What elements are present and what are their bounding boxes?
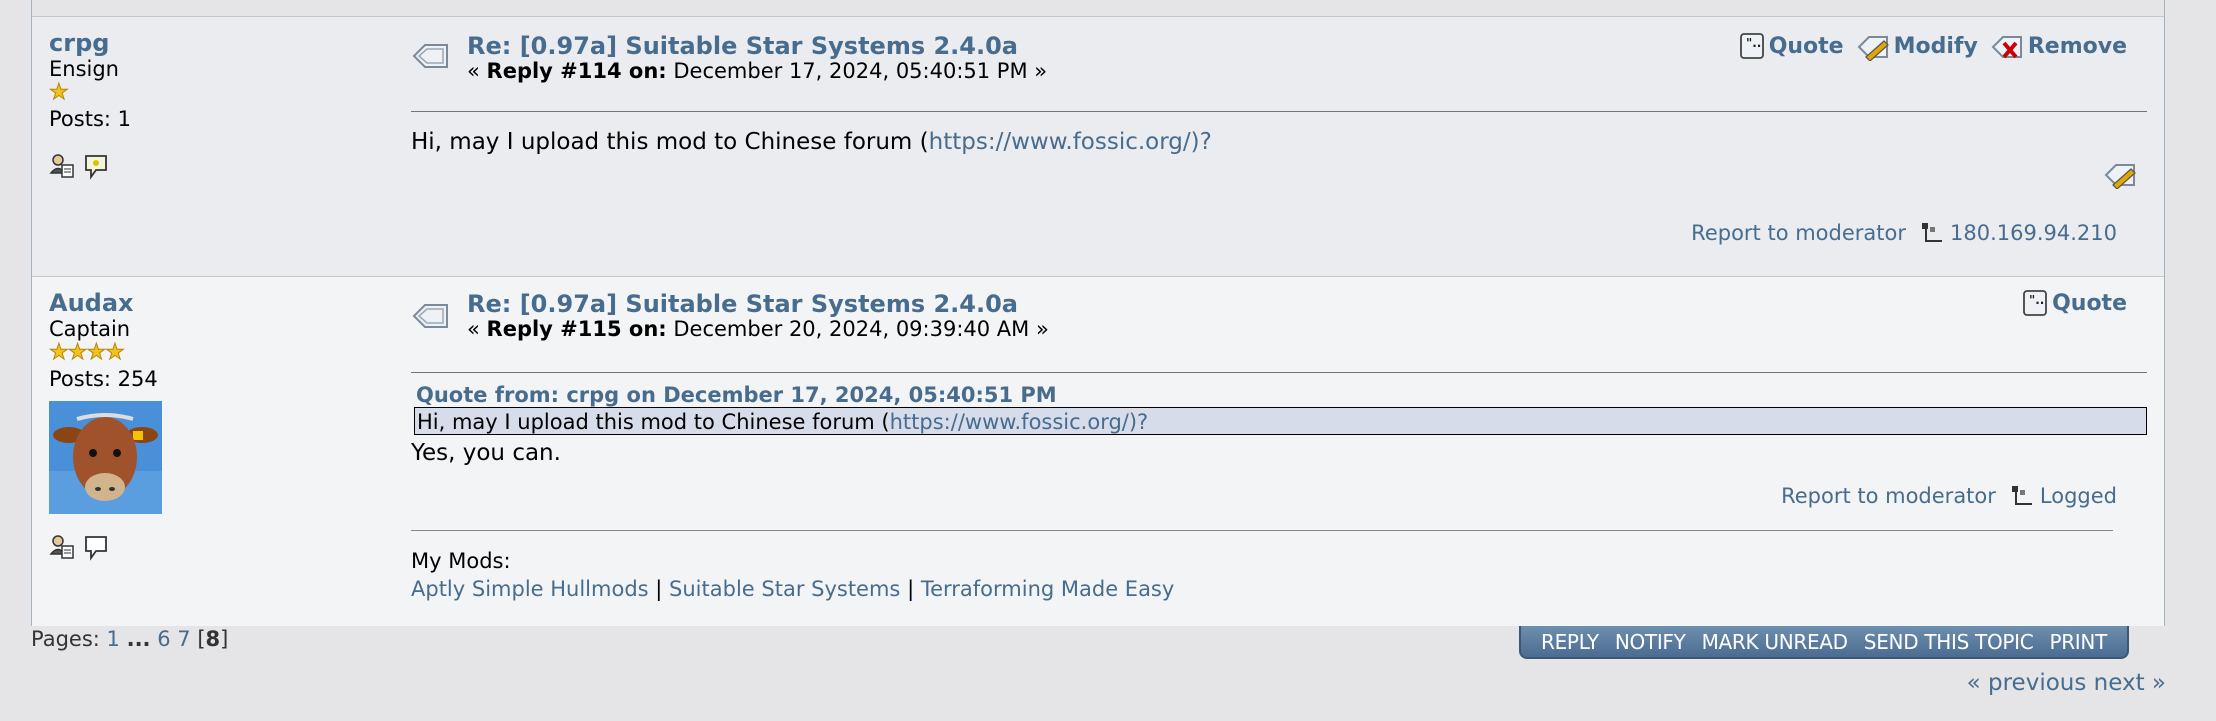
signature-heading: My Mods: bbox=[411, 549, 511, 573]
post-message: Yes, you can. bbox=[411, 440, 561, 466]
remove-button[interactable]: Remove bbox=[1990, 31, 2127, 61]
svg-text:"..: ".. bbox=[1746, 36, 1761, 50]
page-link-1[interactable]: 1 bbox=[107, 627, 120, 651]
reply-info: « Reply #115 on: December 20, 2024, 09:3… bbox=[467, 316, 1049, 342]
quote-button[interactable]: ".. Quote bbox=[2022, 289, 2127, 317]
reply-info: « Reply #114 on: December 17, 2024, 05:4… bbox=[467, 58, 1047, 84]
current-page-close: ] bbox=[220, 627, 229, 651]
profile-icon[interactable] bbox=[49, 153, 75, 179]
ip-icon bbox=[2011, 486, 2032, 505]
current-page-open: [ bbox=[197, 627, 206, 651]
mark-unread-button[interactable]: MARK UNREAD bbox=[1702, 630, 1849, 654]
quote-header[interactable]: Quote from: crpg on December 17, 2024, 0… bbox=[416, 383, 1057, 407]
ip-text[interactable]: 180.169.94.210 bbox=[1950, 221, 2117, 245]
username[interactable]: crpg bbox=[49, 29, 369, 57]
topic-navigation: « previous next » bbox=[1967, 670, 2166, 696]
remove-icon bbox=[1991, 36, 2022, 59]
message-text: Hi, may I upload this mod to Chinese for… bbox=[411, 129, 929, 155]
reply-date: December 20, 2024, 09:39:40 AM » bbox=[666, 317, 1049, 341]
quote-block: Hi, may I upload this mod to Chinese for… bbox=[414, 407, 2147, 435]
print-button[interactable]: PRINT bbox=[2049, 630, 2107, 654]
reply-number: Reply #115 on: bbox=[486, 317, 667, 341]
report-to-moderator-link[interactable]: Report to moderator bbox=[1691, 221, 1906, 245]
post-message: Hi, may I upload this mod to Chinese for… bbox=[411, 127, 1212, 157]
signature-links: Aptly Simple Hullmods | Suitable Star Sy… bbox=[411, 575, 1174, 603]
post-subject[interactable]: Re: [0.97a] Suitable Star Systems 2.4.0a bbox=[467, 31, 1018, 61]
next-topic-link[interactable]: next » bbox=[2094, 670, 2166, 696]
quote-icon: ".. bbox=[2023, 290, 2047, 316]
member-rank: Ensign bbox=[49, 57, 119, 81]
logged-text[interactable]: Logged bbox=[2040, 484, 2117, 508]
post-actions: ".. Quote Modify Remove bbox=[1739, 31, 2127, 61]
mod-link-terraforming-made-easy[interactable]: Terraforming Made Easy bbox=[921, 577, 1174, 601]
post-subject[interactable]: Re: [0.97a] Suitable Star Systems 2.4.0a bbox=[467, 289, 1018, 319]
poster-icons bbox=[49, 153, 369, 181]
message-link[interactable]: https://www.fossic.org/)? bbox=[929, 129, 1212, 155]
modify-inline-icon[interactable] bbox=[2103, 159, 2137, 189]
post-115: Audax Captain ★★★★ Posts: 254 Re: [0.97a… bbox=[32, 276, 2164, 626]
member-rank: Captain bbox=[49, 317, 131, 341]
current-page: 8 bbox=[205, 627, 221, 651]
rank-stars: ★ bbox=[49, 80, 70, 105]
page-link-7[interactable]: 7 bbox=[177, 627, 190, 651]
rank-stars: ★★★★ bbox=[49, 340, 126, 365]
post-divider bbox=[411, 111, 2147, 112]
post-body: Re: [0.97a] Suitable Star Systems 2.4.0a… bbox=[411, 277, 2147, 625]
pagination: Pages: 1 ... 6 7 [8] bbox=[31, 626, 228, 652]
remove-label: Remove bbox=[2027, 33, 2127, 59]
post-count: Posts: 254 bbox=[49, 367, 158, 391]
reply-date: December 17, 2024, 05:40:51 PM » bbox=[666, 59, 1048, 83]
username[interactable]: Audax bbox=[49, 289, 369, 317]
reply-prefix: « bbox=[467, 317, 487, 341]
topic-button-bar: REPLY NOTIFY MARK UNREAD SEND THIS TOPIC… bbox=[1519, 626, 2129, 659]
mod-link-aptly-simple-hullmods[interactable]: Aptly Simple Hullmods bbox=[411, 577, 649, 601]
profile-icon[interactable] bbox=[49, 534, 75, 560]
ip-icon bbox=[1922, 223, 1942, 242]
quote-label: Quote bbox=[2052, 290, 2127, 316]
send-this-topic-button[interactable]: SEND THIS TOPIC bbox=[1864, 630, 2034, 654]
modify-icon bbox=[1857, 36, 1889, 61]
modify-label: Modify bbox=[1893, 33, 1978, 59]
quote-link[interactable]: https://www.fossic.org/)? bbox=[890, 410, 1149, 434]
post-footer: Report to moderator Logged bbox=[1781, 484, 2117, 508]
signature-divider bbox=[411, 530, 2113, 531]
poster-info: Audax Captain ★★★★ Posts: 254 bbox=[49, 289, 369, 562]
ip-address: 180.169.94.210 bbox=[1920, 221, 2117, 245]
post-114: crpg Ensign ★ Posts: 1 Re: [0.97a] Suita… bbox=[32, 16, 2164, 276]
logged-status: Logged bbox=[2010, 484, 2117, 508]
page-link-6[interactable]: 6 bbox=[157, 627, 170, 651]
post-count: Posts: 1 bbox=[49, 107, 131, 131]
post-subject-icon bbox=[412, 304, 448, 328]
separator: | bbox=[907, 577, 915, 601]
reply-prefix: « bbox=[467, 59, 487, 83]
notify-button[interactable]: NOTIFY bbox=[1615, 630, 1686, 654]
reply-number: Reply #114 on: bbox=[486, 59, 667, 83]
separator: | bbox=[655, 577, 663, 601]
reply-button[interactable]: REPLY bbox=[1541, 630, 1599, 654]
post-body: Re: [0.97a] Suitable Star Systems 2.4.0a… bbox=[411, 17, 2147, 275]
avatar bbox=[49, 401, 162, 514]
pages-label: Pages: bbox=[31, 627, 107, 651]
post-subject-icon bbox=[412, 44, 448, 68]
modify-button[interactable]: Modify bbox=[1856, 31, 1978, 61]
quote-button[interactable]: ".. Quote bbox=[1739, 32, 1844, 60]
mod-link-suitable-star-systems[interactable]: Suitable Star Systems bbox=[669, 577, 900, 601]
topic-posts: crpg Ensign ★ Posts: 1 Re: [0.97a] Suita… bbox=[31, 0, 2165, 626]
report-to-moderator-link[interactable]: Report to moderator bbox=[1781, 484, 1996, 508]
personal-message-icon[interactable] bbox=[83, 153, 109, 181]
personal-message-icon[interactable] bbox=[83, 534, 109, 562]
post-actions: ".. Quote bbox=[2022, 289, 2127, 317]
quote-text: Hi, may I upload this mod to Chinese for… bbox=[417, 410, 890, 434]
post-footer: Report to moderator 180.169.94.210 bbox=[1691, 221, 2117, 245]
signature: My Mods: bbox=[411, 547, 511, 575]
page-ellipsis: ... bbox=[126, 627, 151, 651]
quote-label: Quote bbox=[1768, 33, 1844, 59]
poster-info: crpg Ensign ★ Posts: 1 bbox=[49, 29, 369, 181]
poster-icons bbox=[49, 534, 369, 562]
quote-icon: ".. bbox=[1739, 33, 1764, 59]
post-divider bbox=[411, 372, 2147, 373]
svg-text:"..: ".. bbox=[2029, 293, 2044, 307]
previous-topic-link[interactable]: « previous bbox=[1967, 670, 2087, 696]
